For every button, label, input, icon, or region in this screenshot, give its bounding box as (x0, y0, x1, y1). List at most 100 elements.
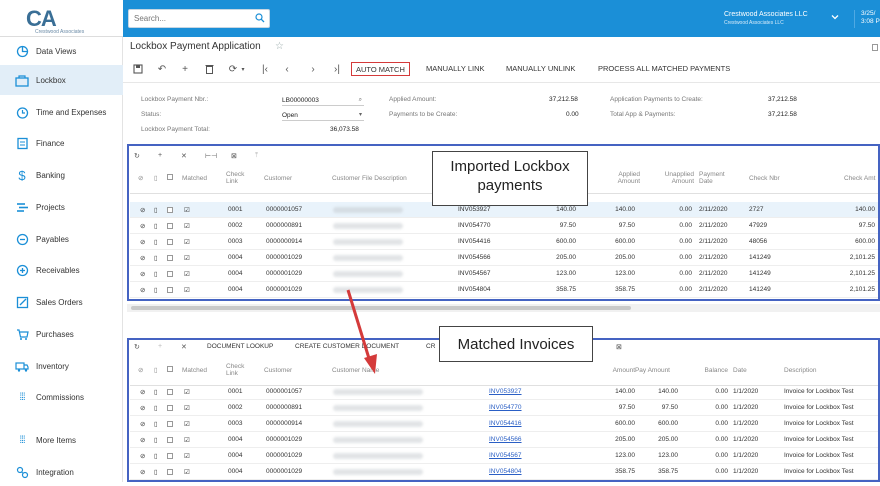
matched-checkbox[interactable]: ☑ (184, 420, 190, 428)
search-box[interactable] (128, 9, 270, 28)
col-pay-amount[interactable]: Pay Amount (630, 367, 670, 374)
row-checkbox[interactable] (167, 207, 173, 213)
matched-checkbox[interactable]: ☑ (184, 270, 190, 278)
note-icon[interactable]: ▯ (154, 270, 158, 278)
col-check-link[interactable]: Check Link (226, 171, 256, 185)
note-icon[interactable]: ▯ (154, 238, 158, 246)
invoice-link[interactable]: INV054416 (489, 420, 522, 427)
matched-checkbox[interactable]: ☑ (184, 238, 190, 246)
note-icon[interactable]: ▯ (154, 286, 158, 294)
select-all-checkbox[interactable] (167, 174, 173, 180)
table-row[interactable]: ⊘ ▯ ☑ 0004 0000001029 INV054567 123.00 123.00 0.… (130, 266, 880, 282)
col-amount[interactable]: Amount (595, 367, 635, 374)
row-checkbox[interactable] (167, 255, 173, 261)
add-icon[interactable]: + (179, 63, 191, 75)
col-unapplied-amount[interactable]: Unapplied Amount (660, 171, 694, 185)
row-checkbox[interactable] (167, 469, 173, 475)
delete-row-icon[interactable]: ✕ (181, 343, 187, 351)
refresh-icon[interactable]: ↻ (134, 152, 140, 160)
attachment-icon[interactable]: ⊘ (140, 452, 145, 460)
row-checkbox[interactable] (167, 421, 173, 427)
process-all-matched-button[interactable]: PROCESS ALL MATCHED PAYMENTS (594, 62, 734, 76)
attachment-icon[interactable]: ⊘ (140, 420, 145, 428)
col-applied-amount[interactable]: Applied Amount (610, 171, 640, 185)
upload-icon[interactable]: ⤒ (255, 152, 258, 160)
invoice-link[interactable]: INV053927 (489, 388, 522, 395)
table-row[interactable]: ⊘ ▯ ☑ 0002 0000000891 INV054770 97.50 97.50 0.00… (130, 218, 880, 234)
table-row[interactable]: ⊘ ▯ ☑ 0004 0000001029 INV054804 358.75 358.75 0.… (130, 282, 880, 298)
select-all-checkbox[interactable] (167, 366, 173, 372)
sidebar-item-commissions[interactable]: ⁞⁞⁞ Commissions (0, 383, 123, 411)
attachment-icon[interactable]: ⊘ (140, 238, 145, 246)
save-icon[interactable] (132, 63, 144, 75)
delete-row-icon[interactable]: ✕ (181, 152, 187, 160)
table-row[interactable]: ⊘ ▯ ☑ 0004 0000001029 INV054566 205.00 205.00 0.… (130, 250, 880, 266)
matched-checkbox[interactable]: ☑ (184, 452, 190, 460)
invoice-link[interactable]: INV054804 (489, 468, 522, 475)
invoice-link[interactable]: INV054770 (489, 404, 522, 411)
row-checkbox[interactable] (167, 405, 173, 411)
sidebar-item-receivables[interactable]: Receivables (0, 256, 123, 284)
col-check-link[interactable]: Check Link (226, 363, 256, 377)
matched-checkbox[interactable]: ☑ (184, 222, 190, 230)
note-icon[interactable]: ▯ (154, 222, 158, 230)
attachment-icon[interactable]: ⊘ (140, 206, 145, 214)
search-input[interactable] (129, 10, 249, 27)
horizontal-scrollbar[interactable] (127, 304, 880, 312)
sidebar-item-payables[interactable]: Payables (0, 225, 123, 253)
export-excel-icon[interactable]: ⊠ (231, 152, 237, 160)
sidebar-item-purchases[interactable]: Purchases (0, 320, 123, 348)
note-icon[interactable]: ▯ (154, 420, 158, 428)
matched-checkbox[interactable]: ☑ (184, 404, 190, 412)
col-matched[interactable]: Matched (182, 175, 207, 182)
matched-checkbox[interactable]: ☑ (184, 468, 190, 476)
sidebar-item-lockbox[interactable]: Lockbox (0, 65, 123, 95)
col-matched[interactable]: Matched (182, 367, 207, 374)
table-row[interactable]: ⊘ ▯ ☑ 0001 0000001057 INV053927 140.00 140.00 0.… (130, 384, 880, 400)
col-date[interactable]: Date (733, 367, 747, 374)
chevron-down-icon[interactable]: ▾ (237, 63, 249, 75)
lockbox-nbr-field[interactable]: LB00000003 ⌕ (282, 95, 364, 106)
col-customer[interactable]: Customer (264, 175, 292, 182)
row-checkbox[interactable] (167, 453, 173, 459)
table-row[interactable]: ⊘ ▯ ☑ 0004 0000001029 INV054566 205.00 205.00 0.… (130, 432, 880, 448)
attachment-icon[interactable]: ⊘ (140, 404, 145, 412)
note-icon[interactable]: ▯ (154, 452, 158, 460)
note-icon[interactable]: ▯ (154, 404, 158, 412)
table-row[interactable]: ⊘ ▯ ☑ 0002 0000000891 INV054770 97.50 97.50 0.00… (130, 400, 880, 416)
col-payment-date[interactable]: Payment Date (699, 171, 729, 185)
delete-icon[interactable] (203, 63, 215, 75)
matched-checkbox[interactable]: ☑ (184, 436, 190, 444)
attachment-icon[interactable]: ⊘ (140, 388, 145, 396)
note-icon[interactable]: ▯ (154, 388, 158, 396)
attachment-icon[interactable]: ⊘ (140, 270, 145, 278)
matched-checkbox[interactable]: ☑ (184, 286, 190, 294)
chevron-down-icon[interactable]: ▾ (359, 110, 362, 121)
attachment-icon[interactable]: ⊘ (140, 286, 145, 294)
sidebar-item-finance[interactable]: Finance (0, 129, 123, 157)
note-icon[interactable]: ▯ (154, 436, 158, 444)
attachment-icon[interactable]: ⊘ (140, 468, 145, 476)
date-time-display[interactable]: 3/25/ 3:08 P (854, 10, 880, 28)
row-checkbox[interactable] (167, 271, 173, 277)
scrollbar-thumb[interactable] (131, 306, 631, 310)
company-selector[interactable]: Crestwood Associates LLC Crestwood Assoc… (724, 11, 808, 27)
invoice-link[interactable]: INV054566 (489, 436, 522, 443)
row-checkbox[interactable] (167, 223, 173, 229)
col-customer[interactable]: Customer (264, 367, 292, 374)
previous-record-icon[interactable]: ‹ (281, 63, 293, 75)
auto-match-button[interactable]: AUTO MATCH (351, 62, 410, 76)
col-check-amt[interactable]: Check Amt (844, 175, 875, 182)
sidebar-item-banking[interactable]: $ Banking (0, 161, 123, 189)
col-check-nbr[interactable]: Check Nbr (749, 175, 780, 182)
company-logo[interactable]: CA Crestwood Associates (0, 0, 123, 37)
sidebar-item-more-items[interactable]: ⁞⁞⁞ More Items (0, 426, 123, 454)
table-row[interactable]: ⊘ ▯ ☑ 0003 0000000914 INV054416 600.00 600.00 0.… (130, 234, 880, 250)
sidebar-item-sales-orders[interactable]: Sales Orders (0, 288, 123, 316)
row-checkbox[interactable] (167, 287, 173, 293)
sidebar-item-inventory[interactable]: Inventory (0, 352, 123, 380)
favorite-star-icon[interactable]: ☆ (275, 41, 284, 52)
status-select[interactable]: Open ▾ (282, 110, 364, 121)
note-icon[interactable]: ▯ (154, 468, 158, 476)
note-icon[interactable]: ▯ (154, 206, 158, 214)
